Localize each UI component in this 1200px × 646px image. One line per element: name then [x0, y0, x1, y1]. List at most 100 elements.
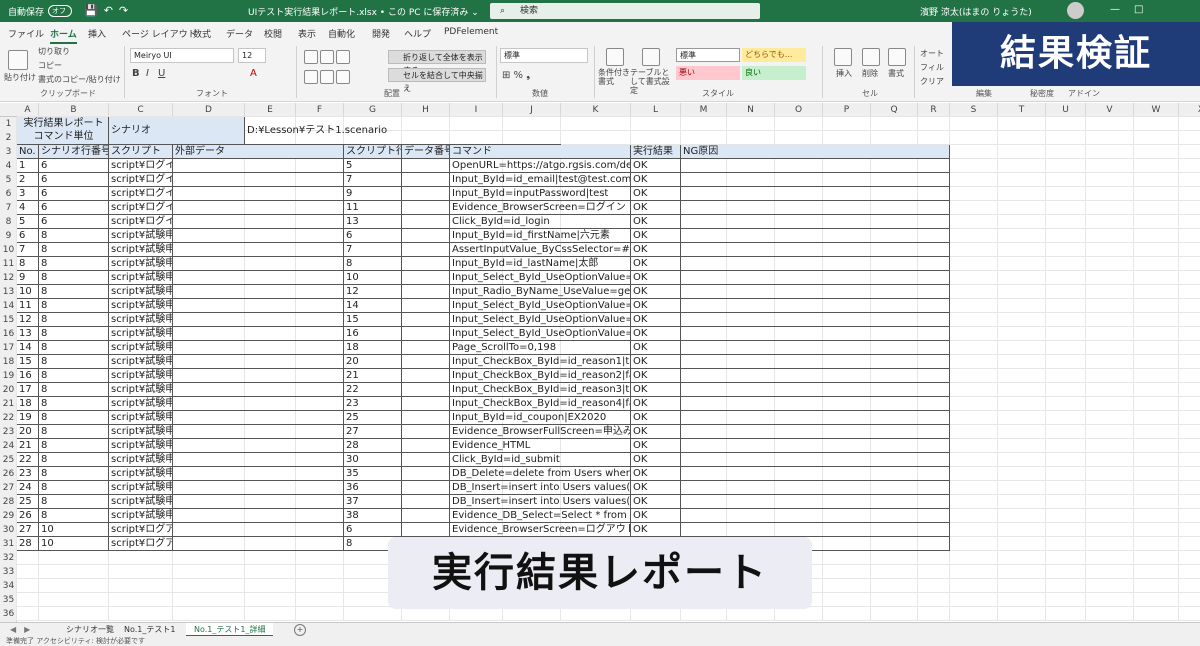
row-header[interactable]: 18 — [0, 355, 17, 369]
table-cell[interactable]: 8 — [39, 341, 109, 355]
table-cell[interactable]: script¥試験申込み.script — [109, 467, 173, 481]
table-cell[interactable]: Input_Select_ById_UseOptionValue=id_sele… — [450, 313, 631, 327]
table-cell[interactable]: OK — [631, 495, 681, 509]
table-cell[interactable]: DB_Insert=insert into Users values(2,'六元… — [450, 495, 631, 509]
column-header[interactable]: X — [1179, 103, 1200, 117]
style-normal[interactable]: 標準 — [676, 48, 740, 62]
row-header[interactable]: 30 — [0, 523, 17, 537]
table-cell[interactable] — [173, 453, 344, 467]
table-cell[interactable]: 8 — [39, 397, 109, 411]
table-cell[interactable] — [681, 215, 950, 229]
table-cell[interactable]: script¥ログイン.script — [109, 201, 173, 215]
table-cell[interactable]: OK — [631, 341, 681, 355]
table-cell[interactable]: script¥ログアウト.script — [109, 537, 173, 551]
row-header[interactable]: 20 — [0, 383, 17, 397]
table-cell[interactable]: 23 — [344, 397, 402, 411]
table-cell[interactable]: OK — [631, 439, 681, 453]
table-cell[interactable]: script¥ログイン.script — [109, 173, 173, 187]
table-cell[interactable]: OK — [631, 369, 681, 383]
table-cell[interactable] — [402, 187, 450, 201]
table-cell[interactable]: OK — [631, 453, 681, 467]
table-header-cell[interactable]: データ番号 — [402, 145, 450, 159]
row-header[interactable]: 34 — [0, 579, 17, 593]
clear-button[interactable]: クリア — [920, 76, 944, 87]
table-cell[interactable]: 3 — [17, 187, 39, 201]
table-cell[interactable]: 7 — [344, 243, 402, 257]
table-cell[interactable]: 8 — [39, 509, 109, 523]
document-title[interactable]: UIテスト実行結果レポート.xlsx • この PC に保存済み ⌄ — [248, 5, 479, 18]
table-cell[interactable]: 22 — [344, 383, 402, 397]
table-cell[interactable]: Input_Select_ById_UseOptionValue=id_sele… — [450, 271, 631, 285]
table-cell[interactable] — [681, 397, 950, 411]
table-cell[interactable] — [402, 509, 450, 523]
table-cell[interactable] — [681, 299, 950, 313]
table-cell[interactable] — [681, 467, 950, 481]
table-cell[interactable] — [402, 481, 450, 495]
table-cell[interactable]: 36 — [344, 481, 402, 495]
table-cell[interactable] — [173, 481, 344, 495]
copy-button[interactable]: コピー — [38, 60, 62, 71]
conditional-format-icon[interactable] — [606, 48, 624, 66]
table-cell[interactable]: script¥ログイン.script — [109, 187, 173, 201]
table-cell[interactable]: script¥試験申込み.script — [109, 285, 173, 299]
row-header[interactable]: 9 — [0, 229, 17, 243]
table-cell[interactable] — [402, 173, 450, 187]
table-cell[interactable]: OK — [631, 187, 681, 201]
table-cell[interactable] — [173, 215, 344, 229]
row-header[interactable]: 10 — [0, 243, 17, 257]
table-cell[interactable] — [173, 439, 344, 453]
table-cell[interactable] — [681, 285, 950, 299]
table-cell[interactable] — [173, 341, 344, 355]
row-header[interactable]: 31 — [0, 537, 17, 551]
row-header[interactable]: 5 — [0, 173, 17, 187]
table-cell[interactable]: OK — [631, 481, 681, 495]
table-cell[interactable]: Input_Select_ById_UseOptionValue=id_sele… — [450, 327, 631, 341]
table-cell[interactable]: script¥試験申込み.script — [109, 509, 173, 523]
align-top-icon[interactable] — [304, 50, 318, 64]
table-cell[interactable]: 18 — [344, 341, 402, 355]
align-center-icon[interactable] — [320, 70, 334, 84]
table-cell[interactable]: 8 — [39, 439, 109, 453]
insert-cells-icon[interactable] — [834, 48, 852, 66]
table-cell[interactable] — [402, 523, 450, 537]
table-cell[interactable] — [402, 453, 450, 467]
row-header[interactable]: 8 — [0, 215, 17, 229]
table-cell[interactable]: 30 — [344, 453, 402, 467]
table-cell[interactable]: 8 — [39, 355, 109, 369]
column-header[interactable]: P — [823, 103, 871, 117]
table-cell[interactable] — [681, 523, 950, 537]
table-cell[interactable]: script¥試験申込み.script — [109, 257, 173, 271]
table-cell[interactable] — [402, 243, 450, 257]
table-cell[interactable]: 14 — [344, 299, 402, 313]
table-cell[interactable] — [173, 201, 344, 215]
table-cell[interactable]: AssertInputValue_ByCssSelector=#id_first… — [450, 243, 631, 257]
table-cell[interactable]: OK — [631, 425, 681, 439]
avatar[interactable] — [1067, 2, 1084, 19]
table-cell[interactable]: Input_ById=id_coupon|EX2020 — [450, 411, 631, 425]
table-cell[interactable]: script¥試験申込み.script — [109, 313, 173, 327]
table-cell[interactable] — [173, 355, 344, 369]
row-header[interactable]: 28 — [0, 495, 17, 509]
table-cell[interactable] — [402, 495, 450, 509]
autosave-toggle[interactable]: オフ — [48, 5, 72, 17]
font-name-select[interactable]: Meiryo UI — [130, 48, 234, 63]
table-cell[interactable]: script¥試験申込み.script — [109, 229, 173, 243]
table-cell[interactable]: Click_ById=id_login — [450, 215, 631, 229]
column-header[interactable]: E — [245, 103, 296, 117]
table-cell[interactable]: script¥試験申込み.script — [109, 271, 173, 285]
table-cell[interactable]: DB_Insert=insert into Users values(1,'六元… — [450, 481, 631, 495]
table-cell[interactable] — [173, 271, 344, 285]
column-header[interactable]: N — [727, 103, 775, 117]
table-cell[interactable] — [173, 523, 344, 537]
table-cell[interactable]: 15 — [17, 355, 39, 369]
table-cell[interactable]: 8 — [39, 299, 109, 313]
table-cell[interactable]: script¥ログイン.script — [109, 159, 173, 173]
format-cells-button[interactable]: 書式 — [888, 68, 904, 79]
menu-tab[interactable]: 開発 — [372, 27, 390, 40]
table-cell[interactable] — [681, 439, 950, 453]
autosum-button[interactable]: オート — [920, 48, 944, 59]
sheet-tab[interactable]: No.1_テスト1 — [124, 623, 175, 637]
table-cell[interactable]: script¥ログアウト.script — [109, 523, 173, 537]
table-cell[interactable]: script¥試験申込み.script — [109, 355, 173, 369]
table-cell[interactable]: 8 — [39, 481, 109, 495]
